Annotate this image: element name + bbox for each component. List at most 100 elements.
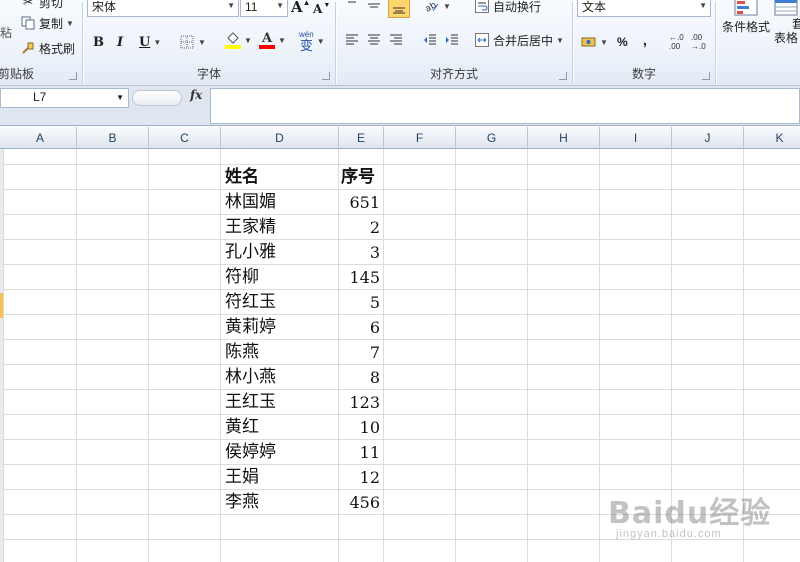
name-box-dropdown-icon[interactable]: ▼ <box>116 93 124 102</box>
accounting-dropdown-icon[interactable]: ▼ <box>600 38 608 47</box>
name-cell[interactable]: 李燕 <box>225 490 335 515</box>
number-dialog-launcher[interactable] <box>702 72 710 80</box>
seq-cell[interactable]: 10 <box>341 415 380 440</box>
underline-dropdown-icon[interactable]: ▼ <box>153 38 161 47</box>
phonetic-dropdown-icon[interactable]: ▼ <box>317 37 325 46</box>
column-header-b[interactable]: B <box>77 127 149 149</box>
header-cell-seq[interactable]: 序号 <box>341 165 380 190</box>
column-header-c[interactable]: C <box>149 127 221 149</box>
increase-indent-button[interactable] <box>444 30 460 50</box>
row-gridline <box>4 464 800 465</box>
number-format-combo[interactable]: 文本 ▼ <box>577 0 711 17</box>
fill-color-dropdown-icon[interactable]: ▼ <box>244 36 252 45</box>
seq-cell[interactable]: 456 <box>341 490 380 515</box>
grow-font-button[interactable]: A ▲ <box>291 0 311 17</box>
formula-bar-splitter[interactable] <box>132 90 182 106</box>
borders-dropdown-icon[interactable]: ▼ <box>198 38 206 47</box>
align-top-button[interactable] <box>344 0 360 14</box>
align-middle-button[interactable] <box>366 0 382 14</box>
column-header-k[interactable]: K <box>744 127 800 149</box>
seq-cell[interactable]: 145 <box>341 265 380 290</box>
clipboard-dialog-launcher[interactable] <box>69 72 77 80</box>
italic-button[interactable]: I <box>117 32 123 52</box>
percent-button[interactable]: % <box>617 32 628 52</box>
orientation-dropdown-icon[interactable]: ▼ <box>443 2 451 11</box>
name-cell[interactable]: 侯婷婷 <box>225 440 335 465</box>
format-painter-button[interactable]: 格式刷 <box>20 38 75 58</box>
currency-icon <box>581 34 597 50</box>
font-size-combo[interactable]: 11 ▼ <box>240 0 288 17</box>
column-header-h[interactable]: H <box>528 127 600 149</box>
column-gridline <box>76 149 77 562</box>
fill-color-button[interactable]: ▼ <box>225 30 252 50</box>
column-header-i[interactable]: I <box>600 127 672 149</box>
name-cell[interactable]: 符柳 <box>225 265 335 290</box>
table-format-button[interactable]: 套 表格 <box>774 0 800 54</box>
copy-button[interactable]: 复制 ▼ <box>20 13 74 33</box>
font-name-combo[interactable]: 宋体 ▼ <box>87 0 239 17</box>
name-cell[interactable]: 林小燕 <box>225 365 335 390</box>
name-cell[interactable]: 符红玉 <box>225 290 335 315</box>
seq-cell[interactable]: 6 <box>341 315 380 340</box>
name-cell[interactable]: 王家精 <box>225 215 335 240</box>
row-gridline <box>4 289 800 290</box>
styles-group: 条件格式 套 表格 <box>716 0 800 86</box>
column-header-a[interactable]: A <box>4 127 77 149</box>
seq-cell[interactable]: 11 <box>341 440 380 465</box>
seq-cell[interactable]: 7 <box>341 340 380 365</box>
align-left-button[interactable] <box>344 30 360 50</box>
name-cell[interactable]: 林国媚 <box>225 190 335 215</box>
seq-cell[interactable]: 2 <box>341 215 380 240</box>
comma-style-button[interactable]: , <box>643 30 647 50</box>
paste-button[interactable]: 粘 <box>0 22 12 42</box>
merge-center-button[interactable]: 合并后居中 ▼ <box>474 30 564 50</box>
decrease-indent-button[interactable] <box>422 30 438 50</box>
insert-function-icon[interactable]: fx <box>190 88 202 102</box>
column-header-f[interactable]: F <box>384 127 456 149</box>
number-format-dropdown-icon[interactable]: ▼ <box>699 1 707 10</box>
column-header-e[interactable]: E <box>339 127 384 149</box>
name-cell[interactable]: 黄莉婷 <box>225 315 335 340</box>
alignment-dialog-launcher[interactable] <box>559 72 567 80</box>
shrink-font-button[interactable]: A ▼ <box>313 0 330 19</box>
orientation-button[interactable]: ab ▼ <box>424 0 451 16</box>
formula-input[interactable] <box>210 88 800 124</box>
align-right-button[interactable] <box>388 30 404 50</box>
accounting-format-button[interactable]: ▼ <box>581 32 608 52</box>
align-center-button[interactable] <box>366 30 382 50</box>
decrease-decimal-button[interactable]: .00 →.0 <box>691 32 709 52</box>
phonetic-button[interactable]: wén 变 ▼ <box>299 28 325 54</box>
header-cell-name[interactable]: 姓名 <box>225 165 335 190</box>
cut-button[interactable]: ✂ 剪切 <box>20 0 63 12</box>
merge-center-dropdown-icon[interactable]: ▼ <box>556 36 564 45</box>
seq-cell[interactable]: 3 <box>341 240 380 265</box>
name-cell[interactable]: 陈燕 <box>225 340 335 365</box>
column-header-g[interactable]: G <box>456 127 528 149</box>
font-color-dropdown-icon[interactable]: ▼ <box>278 36 286 45</box>
conditional-format-button[interactable]: 条件格式 <box>722 0 770 54</box>
seq-cell[interactable]: 12 <box>341 465 380 490</box>
font-dialog-launcher[interactable] <box>322 72 330 80</box>
seq-cell[interactable]: 123 <box>341 390 380 415</box>
name-cell[interactable]: 王红玉 <box>225 390 335 415</box>
font-size-dropdown-icon[interactable]: ▼ <box>276 1 284 10</box>
underline-icon: U <box>139 34 151 50</box>
seq-cell[interactable]: 8 <box>341 365 380 390</box>
increase-decimal-button[interactable]: ←.0.00 <box>669 32 687 52</box>
wrap-text-button[interactable]: 自动换行 <box>474 0 541 16</box>
name-cell[interactable]: 王娟 <box>225 465 335 490</box>
seq-cell[interactable]: 5 <box>341 290 380 315</box>
seq-cell[interactable]: 651 <box>341 190 380 215</box>
borders-button[interactable]: ▼ <box>179 32 206 52</box>
bold-button[interactable]: B <box>93 32 104 52</box>
font-color-button[interactable]: A ▼ <box>259 30 286 50</box>
align-bottom-button[interactable] <box>388 0 410 18</box>
column-header-d[interactable]: D <box>221 127 339 149</box>
name-box[interactable]: L7 ▼ <box>0 88 129 108</box>
name-cell[interactable]: 孔小雅 <box>225 240 335 265</box>
underline-button[interactable]: U ▼ <box>139 32 161 52</box>
copy-dropdown-arrow-icon[interactable]: ▼ <box>66 19 74 28</box>
font-name-dropdown-icon[interactable]: ▼ <box>227 1 235 10</box>
name-cell[interactable]: 黄红 <box>225 415 335 440</box>
column-header-j[interactable]: J <box>672 127 744 149</box>
